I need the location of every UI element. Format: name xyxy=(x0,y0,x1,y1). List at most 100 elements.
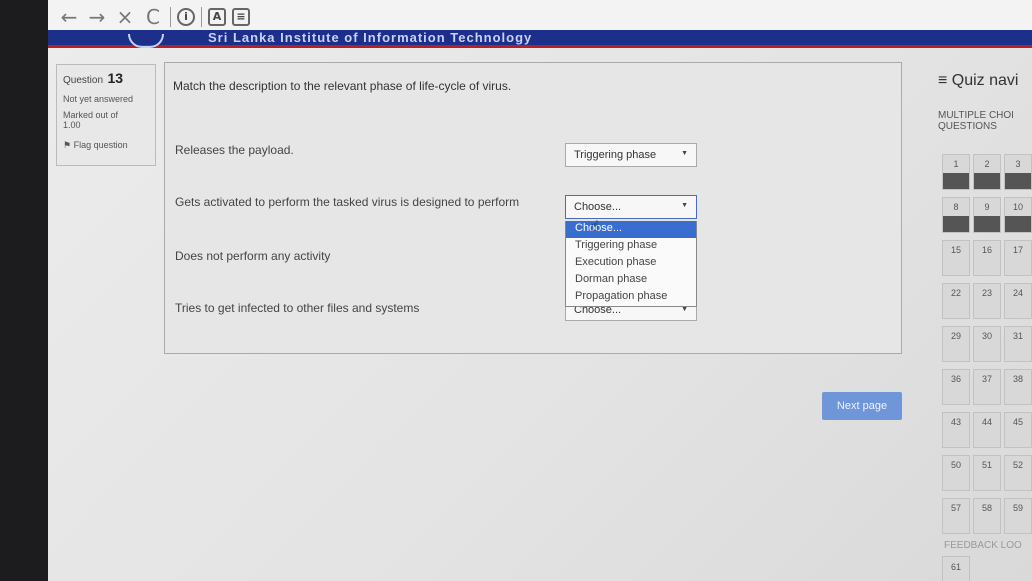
reader-icon[interactable]: ≡ xyxy=(232,8,250,26)
quiz-nav-cell-number: 31 xyxy=(1012,331,1023,341)
quiz-nav-cell-number: 8 xyxy=(953,202,959,212)
quiz-nav-cell-number: 58 xyxy=(981,503,992,513)
question-number: 13 xyxy=(107,70,124,86)
quiz-nav-cell[interactable]: 44 xyxy=(973,412,1001,448)
quiz-nav-cell-number: 10 xyxy=(1012,202,1023,212)
quiz-nav-cell[interactable]: 23 xyxy=(973,283,1001,319)
quiz-nav-cell-number: 30 xyxy=(981,331,992,341)
back-button[interactable]: ← xyxy=(58,5,80,29)
dropdown-option[interactable]: Choose... xyxy=(566,221,696,238)
row-description: Does not perform any activity xyxy=(175,249,331,263)
reload-button[interactable]: C xyxy=(142,5,164,29)
select-value: Triggering phase xyxy=(574,149,657,161)
next-page-button[interactable]: Next page xyxy=(822,392,902,420)
quiz-nav-cell-number: 36 xyxy=(950,374,961,384)
info-icon[interactable]: i xyxy=(177,8,195,26)
question-box: Match the description to the relevant ph… xyxy=(164,62,902,354)
quiz-nav-cell-number: 44 xyxy=(981,417,992,427)
dropdown-option[interactable]: Triggering phase xyxy=(566,238,696,255)
row-description: Gets activated to perform the tasked vir… xyxy=(175,195,520,209)
quiz-nav-cell-number: 17 xyxy=(1012,245,1023,255)
site-logo xyxy=(128,34,164,48)
row-description: Tries to get infected to other files and… xyxy=(175,301,420,315)
site-header: Sri Lanka Institute of Information Techn… xyxy=(48,30,1032,48)
quiz-nav-cell[interactable]: 43 xyxy=(942,412,970,448)
quiz-nav-cell-number: 9 xyxy=(984,202,990,212)
feedback-label: FEEDBACK LOO xyxy=(944,540,1022,551)
quiz-nav-cell[interactable]: 57 xyxy=(942,498,970,534)
quiz-nav-section: MULTIPLE CHOI QUESTIONS xyxy=(938,110,1014,132)
quiz-nav-cell[interactable]: 51 xyxy=(973,455,1001,491)
answer-status: Not yet answered xyxy=(63,94,134,104)
quiz-nav-cell[interactable]: 59 xyxy=(1004,498,1032,534)
quiz-nav-cell-number: 51 xyxy=(981,460,992,470)
quiz-nav-cell[interactable]: 9 xyxy=(973,197,1001,233)
quiz-nav-cell-number: 24 xyxy=(1012,288,1023,298)
quiz-nav-cell[interactable]: 58 xyxy=(973,498,1001,534)
quiz-nav-cell[interactable]: 16 xyxy=(973,240,1001,276)
dropdown-arrow-icon: ▼ xyxy=(681,306,688,313)
marked-out-of: Marked out of 1.00 xyxy=(63,110,119,130)
quiz-nav-cell-number: 15 xyxy=(950,245,961,255)
quiz-nav-cell-number: 23 xyxy=(981,288,992,298)
flag-question-link[interactable]: ⚑ Flag question xyxy=(63,140,149,151)
quiz-navigation: ≡ Quiz navi MULTIPLE CHOI QUESTIONS xyxy=(938,72,1032,132)
quiz-nav-cell-number: 57 xyxy=(950,503,961,513)
quiz-nav-cell[interactable]: 24 xyxy=(1004,283,1032,319)
question-text: Match the description to the relevant ph… xyxy=(173,79,512,93)
dropdown-arrow-icon: ▼ xyxy=(681,150,688,157)
quiz-nav-cell-number: 50 xyxy=(950,460,961,470)
quiz-nav-cell[interactable]: 10 xyxy=(1004,197,1032,233)
phase-select[interactable]: Triggering phase ▼ xyxy=(565,143,697,167)
quiz-nav-cell-number: 29 xyxy=(950,331,961,341)
quiz-nav-cell-number: 59 xyxy=(1012,503,1023,513)
quiz-nav-cell[interactable]: 52 xyxy=(1004,455,1032,491)
quiz-nav-cell[interactable]: 30 xyxy=(973,326,1001,362)
dropdown-option[interactable]: Execution phase xyxy=(566,255,696,272)
close-icon[interactable]: × xyxy=(114,5,136,29)
quiz-nav-title: ≡ Quiz navi xyxy=(938,72,1019,89)
quiz-nav-cell[interactable]: 22 xyxy=(942,283,970,319)
dropdown-option[interactable]: Propagation phase xyxy=(566,289,696,306)
toolbar-divider xyxy=(201,7,202,27)
quiz-nav-cell[interactable]: 45 xyxy=(1004,412,1032,448)
phase-dropdown-list: Choose... Triggering phase Execution pha… xyxy=(565,221,697,307)
row-description: Releases the payload. xyxy=(175,143,294,157)
quiz-nav-cell[interactable]: 61 xyxy=(942,556,970,581)
quiz-nav-cell[interactable]: 17 xyxy=(1004,240,1032,276)
quiz-nav-cell[interactable]: 8 xyxy=(942,197,970,233)
quiz-nav-cell-number: 2 xyxy=(984,159,990,169)
quiz-nav-cell-number: 45 xyxy=(1012,417,1023,427)
quiz-nav-cell-number: 52 xyxy=(1012,460,1023,470)
monitor-bezel xyxy=(0,0,50,581)
site-title: Sri Lanka Institute of Information Techn… xyxy=(208,30,533,45)
quiz-nav-cell[interactable]: 1 xyxy=(942,154,970,190)
browser-toolbar: ← → × C i A ≡ xyxy=(48,0,1032,34)
quiz-nav-cell[interactable]: 31 xyxy=(1004,326,1032,362)
extension-a-icon[interactable]: A xyxy=(208,8,226,26)
toolbar-divider xyxy=(170,7,171,27)
quiz-nav-cell[interactable]: 37 xyxy=(973,369,1001,405)
quiz-nav-cell[interactable]: 36 xyxy=(942,369,970,405)
forward-button[interactable]: → xyxy=(86,5,108,29)
quiz-nav-cell-number: 43 xyxy=(950,417,961,427)
question-label: Question xyxy=(63,75,104,86)
quiz-nav-cell[interactable]: 15 xyxy=(942,240,970,276)
question-info-panel: Question 13 Not yet answered Marked out … xyxy=(56,64,156,166)
quiz-nav-cell-number: 22 xyxy=(950,288,961,298)
quiz-nav-cell[interactable]: 29 xyxy=(942,326,970,362)
quiz-nav-cell[interactable]: 38 xyxy=(1004,369,1032,405)
flag-icon: ⚑ xyxy=(63,140,74,150)
quiz-nav-cell[interactable]: 2 xyxy=(973,154,1001,190)
screen: ← → × C i A ≡ Sri Lanka Institute of Inf… xyxy=(48,0,1032,581)
select-value: Choose... xyxy=(574,201,622,213)
quiz-nav-cell-number: 16 xyxy=(981,245,992,255)
dropdown-arrow-icon: ▼ xyxy=(681,202,688,209)
quiz-nav-cell[interactable]: 50 xyxy=(942,455,970,491)
quiz-nav-cell-number: 38 xyxy=(1012,374,1023,384)
quiz-nav-cell[interactable]: 3 xyxy=(1004,154,1032,190)
quiz-nav-cell-number: 37 xyxy=(981,374,992,384)
dropdown-option[interactable]: Dorman phase xyxy=(566,272,696,289)
phase-select-open[interactable]: Choose... ▼ xyxy=(565,195,697,219)
hand-cursor-icon: ☝ xyxy=(590,217,600,235)
